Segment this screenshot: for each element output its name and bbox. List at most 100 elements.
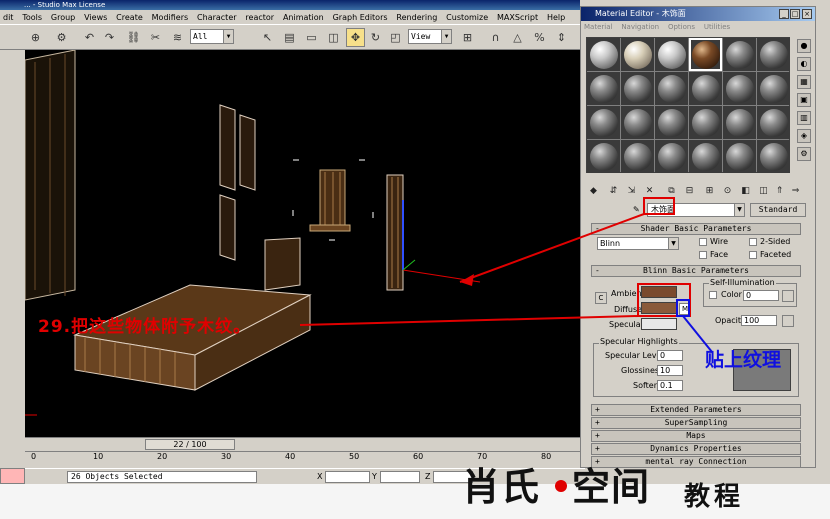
link-icon[interactable]: ⛓	[124, 28, 143, 47]
video-color-check-icon[interactable]: ▥	[797, 111, 811, 125]
me-menu-utilities[interactable]: Utilities	[701, 21, 733, 33]
assign-to-selection-icon[interactable]: ⇲	[625, 185, 638, 198]
sample-slot[interactable]	[655, 140, 688, 173]
snap-settings-icon[interactable]: ⚙	[52, 28, 71, 47]
bind-space-warp-icon[interactable]: ≋	[168, 28, 187, 47]
sample-slot[interactable]	[723, 72, 756, 105]
options-icon[interactable]: ⚙	[797, 147, 811, 161]
specular-color-swatch[interactable]	[641, 318, 677, 330]
opacity-spinner[interactable]: 100	[741, 315, 777, 326]
sample-slot[interactable]	[723, 140, 756, 173]
rectangle-selection-icon[interactable]: ▭	[302, 28, 321, 47]
sample-slot[interactable]	[655, 106, 688, 139]
menu-rendering[interactable]: Rendering	[393, 10, 440, 25]
self-illum-map-button[interactable]	[782, 290, 794, 302]
material-name-field[interactable]: 木饰面 ▼	[647, 203, 745, 217]
sample-slot[interactable]	[655, 38, 688, 71]
minimize-icon[interactable]: _	[779, 9, 789, 19]
menu-character[interactable]: Character	[194, 10, 240, 25]
rollout-dynamics[interactable]: + Dynamics Properties	[591, 443, 801, 455]
sample-slot[interactable]	[587, 106, 620, 139]
menu-modifiers[interactable]: Modifiers	[149, 10, 192, 25]
sample-slot[interactable]	[689, 72, 722, 105]
sample-slot[interactable]	[621, 72, 654, 105]
background-icon[interactable]: ▦	[797, 75, 811, 89]
sample-slot[interactable]	[757, 140, 790, 173]
reset-material-icon[interactable]: ✕	[643, 185, 656, 198]
lock-ambient-diffuse-icon[interactable]: C	[595, 292, 607, 304]
sample-slot[interactable]	[621, 140, 654, 173]
menu-create[interactable]: Create	[113, 10, 146, 25]
spinner-snap-icon[interactable]: ⇕	[552, 28, 571, 47]
diffuse-color-swatch[interactable]	[641, 302, 677, 314]
go-to-parent-icon[interactable]: ⇑	[773, 185, 786, 198]
menu-animation[interactable]: Animation	[280, 10, 327, 25]
me-menu-options[interactable]: Options	[665, 21, 698, 33]
angle-snap-icon[interactable]: △	[508, 28, 527, 47]
window-crossing-icon[interactable]: ◫	[324, 28, 343, 47]
sample-slot[interactable]	[757, 106, 790, 139]
select-by-name-icon[interactable]: ▤	[280, 28, 299, 47]
sample-slot[interactable]	[757, 72, 790, 105]
show-end-result-icon[interactable]: ◫	[757, 185, 770, 198]
glossiness-spinner[interactable]: 10	[657, 365, 683, 376]
sample-type-icon[interactable]: ●	[797, 39, 811, 53]
time-slider-thumb[interactable]: 22 / 100	[145, 439, 235, 450]
sample-slot[interactable]	[689, 106, 722, 139]
material-effects-channel-icon[interactable]: ⊙	[721, 185, 734, 198]
get-material-icon[interactable]: ◆	[587, 185, 600, 198]
sample-slot[interactable]	[723, 106, 756, 139]
menu-help[interactable]: Help	[544, 10, 568, 25]
unlink-icon[interactable]: ✂	[146, 28, 165, 47]
menu-reactor[interactable]: reactor	[242, 10, 277, 25]
sample-slot[interactable]	[723, 38, 756, 71]
reference-coordinate-dropdown[interactable]: View ▼	[408, 29, 452, 44]
soften-spinner[interactable]: 0.1	[657, 380, 683, 391]
sample-slot[interactable]	[587, 140, 620, 173]
sample-slot[interactable]	[689, 140, 722, 173]
maximize-icon[interactable]: □	[790, 9, 800, 19]
faceted-checkbox[interactable]	[749, 251, 757, 259]
menu-group[interactable]: Group	[48, 10, 78, 25]
rollout-maps[interactable]: + Maps	[591, 430, 801, 442]
menu-maxscript[interactable]: MAXScript	[494, 10, 541, 25]
sample-slot[interactable]	[621, 38, 654, 71]
close-icon[interactable]: ×	[802, 9, 812, 19]
me-menu-navigation[interactable]: Navigation	[618, 21, 662, 33]
maxscript-listener-mini[interactable]	[0, 468, 25, 484]
sample-slot[interactable]	[655, 72, 688, 105]
self-illum-color-checkbox[interactable]	[709, 291, 717, 299]
show-map-in-viewport-icon[interactable]: ◧	[739, 185, 752, 198]
undo-icon[interactable]: ↶	[80, 28, 99, 47]
backlight-icon[interactable]: ◐	[797, 57, 811, 71]
y-coord-field[interactable]	[380, 471, 420, 483]
percent-snap-icon[interactable]: %	[530, 28, 549, 47]
sample-slot[interactable]	[587, 38, 620, 71]
menu-graph-editors[interactable]: Graph Editors	[330, 10, 391, 25]
make-preview-icon[interactable]: ◈	[797, 129, 811, 143]
two-sided-checkbox[interactable]	[749, 238, 757, 246]
x-coord-field[interactable]	[325, 471, 370, 483]
hierarchy-icon[interactable]: ⊕	[26, 28, 45, 47]
rollout-supersampling[interactable]: + SuperSampling	[591, 417, 801, 429]
me-menu-material[interactable]: Material	[581, 21, 615, 33]
make-unique-icon[interactable]: ⊟	[683, 185, 696, 198]
rollout-blinn-basic[interactable]: - Blinn Basic Parameters	[591, 265, 801, 277]
opacity-map-button[interactable]	[782, 315, 794, 327]
make-copy-icon[interactable]: ⧉	[665, 185, 678, 198]
menu-views[interactable]: Views	[81, 10, 110, 25]
pivot-center-icon[interactable]: ⊞	[458, 28, 477, 47]
wire-checkbox[interactable]	[699, 238, 707, 246]
time-slider[interactable]: 22 / 100	[25, 437, 585, 451]
self-illum-spinner[interactable]: 0	[743, 290, 779, 301]
shader-type-dropdown[interactable]: Blinn ▼	[597, 237, 679, 250]
material-type-button[interactable]: Standard	[750, 203, 806, 217]
select-object-icon[interactable]: ↖	[258, 28, 277, 47]
menu-edit[interactable]: dit	[0, 10, 16, 25]
diffuse-map-button[interactable]: M	[679, 303, 691, 315]
put-to-library-icon[interactable]: ⊞	[703, 185, 716, 198]
go-forward-sibling-icon[interactable]: ⇒	[789, 185, 802, 198]
sample-uv-tiling-icon[interactable]: ▣	[797, 93, 811, 107]
eyedropper-icon[interactable]: ✎	[633, 205, 640, 215]
sample-slot-selected[interactable]	[689, 38, 722, 71]
